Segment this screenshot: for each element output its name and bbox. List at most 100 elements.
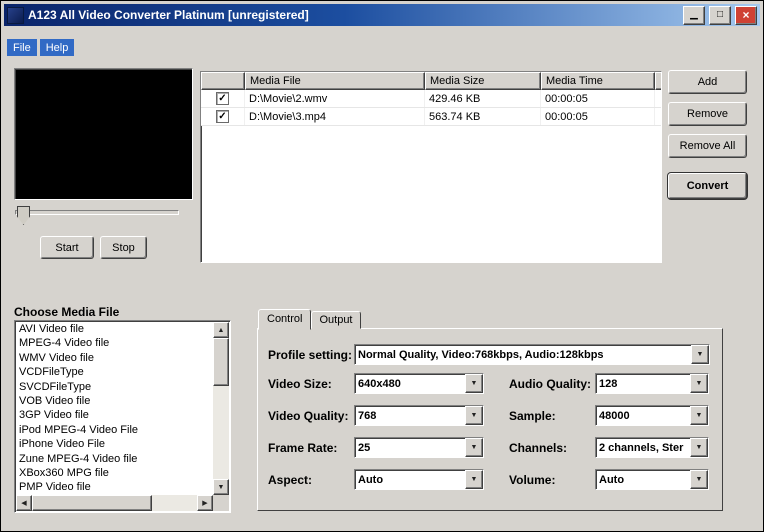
checkbox-cell: ✓ — [201, 90, 245, 107]
video-quality-select[interactable]: 768 ▼ — [354, 405, 484, 426]
scroll-left-icon[interactable]: ◀ — [16, 495, 32, 511]
menu-help[interactable]: Help — [39, 39, 75, 56]
chevron-down-icon[interactable]: ▼ — [690, 470, 708, 489]
list-item[interactable]: VOB Video file — [16, 394, 213, 408]
scrollbar-corner — [213, 495, 229, 511]
scroll-up-icon[interactable]: ▲ — [213, 322, 229, 338]
video-size-select[interactable]: 640x480 ▼ — [354, 373, 484, 394]
aspect-select[interactable]: Auto ▼ — [354, 469, 484, 490]
video-quality-label: Video Quality: — [268, 409, 349, 423]
frame-rate-select[interactable]: 25 ▼ — [354, 437, 484, 458]
channels-select[interactable]: 2 channels, Ster ▼ — [595, 437, 709, 458]
media-time-cell: 00:00:05 — [541, 108, 655, 125]
sample-select[interactable]: 48000 ▼ — [595, 405, 709, 426]
combo-value: 640x480 — [358, 377, 401, 390]
list-item[interactable]: MPEG-4 Video file — [16, 336, 213, 350]
add-button[interactable]: Add — [668, 70, 747, 94]
list-item[interactable]: iPhone Video File — [16, 437, 213, 451]
chevron-down-icon[interactable]: ▼ — [690, 438, 708, 457]
horizontal-scrollbar[interactable]: ◀ ▶ — [16, 495, 213, 511]
menu-file[interactable]: File — [7, 39, 37, 56]
chevron-down-icon[interactable]: ▼ — [690, 374, 708, 393]
minimize-icon: ▁ — [690, 9, 698, 20]
media-type-list: AVI Video file MPEG-4 Video file WMV Vid… — [16, 322, 213, 495]
row-checkbox[interactable]: ✓ — [216, 92, 229, 105]
table-row[interactable]: ✓ D:\Movie\2.wmv 429.46 KB 00:00:05 — [201, 90, 661, 108]
start-button-label: Start — [55, 241, 79, 254]
profile-setting-select[interactable]: Normal Quality, Video:768kbps, Audio:128… — [354, 344, 710, 365]
scroll-down-icon[interactable]: ▼ — [213, 479, 229, 495]
header-media-file[interactable]: Media File — [245, 72, 425, 90]
profile-setting-label: Profile setting: — [268, 348, 353, 362]
combo-value: Auto — [358, 473, 384, 486]
frame-rate-label: Frame Rate: — [268, 441, 338, 455]
seek-slider-thumb[interactable] — [17, 206, 30, 225]
stop-button[interactable]: Stop — [100, 236, 147, 259]
media-file-cell: D:\Movie\2.wmv — [245, 90, 425, 107]
add-button-label: Add — [697, 76, 718, 88]
convert-button-label: Convert — [686, 180, 729, 192]
chevron-down-icon[interactable]: ▼ — [691, 345, 709, 364]
combo-value: 25 — [358, 441, 371, 454]
list-item[interactable]: PMP Video file — [16, 480, 213, 494]
chevron-down-icon[interactable]: ▼ — [465, 374, 483, 393]
minimize-button[interactable]: ▁ — [683, 5, 705, 25]
remove-button-label: Remove — [687, 108, 728, 120]
audio-quality-label: Audio Quality: — [509, 377, 591, 391]
table-row[interactable]: ✓ D:\Movie\3.mp4 563.74 KB 00:00:05 — [201, 108, 661, 126]
video-size-label: Video Size: — [268, 377, 332, 391]
remove-all-button[interactable]: Remove All — [668, 134, 747, 158]
media-size-cell: 429.46 KB — [425, 90, 541, 107]
file-queue-table: Media File Media Size Media Time ✓ D:\Mo… — [200, 71, 662, 263]
row-filler — [655, 108, 661, 125]
remove-all-button-label: Remove All — [679, 140, 736, 152]
media-type-listbox: AVI Video file MPEG-4 Video file WMV Vid… — [14, 320, 231, 513]
combo-value: Auto — [599, 473, 625, 486]
window-title: A123 All Video Converter Platinum [unreg… — [28, 8, 309, 22]
checkbox-cell: ✓ — [201, 108, 245, 125]
chevron-down-icon[interactable]: ▼ — [690, 406, 708, 425]
header-filler — [655, 72, 661, 90]
app-icon — [7, 6, 24, 24]
header-checkbox-column[interactable] — [201, 72, 245, 90]
settings-tabs: Control Output — [258, 309, 361, 330]
horizontal-scrollbar-thumb[interactable] — [32, 495, 152, 511]
stop-button-label: Stop — [112, 241, 135, 254]
maximize-button[interactable]: □ — [709, 5, 731, 25]
chevron-down-icon[interactable]: ▼ — [465, 470, 483, 489]
combo-value: 768 — [358, 409, 377, 422]
chevron-down-icon[interactable]: ▼ — [465, 406, 483, 425]
scroll-right-icon[interactable]: ▶ — [197, 495, 213, 511]
close-button[interactable]: × — [735, 5, 757, 25]
list-item[interactable]: VCDFileType — [16, 365, 213, 379]
titlebar[interactable]: A123 All Video Converter Platinum [unreg… — [4, 4, 760, 26]
combo-value: 48000 — [599, 409, 630, 422]
list-item[interactable]: XBox360 MPG file — [16, 466, 213, 480]
list-item[interactable]: Zune MPEG-4 Video file — [16, 452, 213, 466]
volume-select[interactable]: Auto ▼ — [595, 469, 709, 490]
list-item[interactable]: WMV Video file — [16, 351, 213, 365]
close-icon: × — [742, 8, 750, 22]
convert-button[interactable]: Convert — [668, 173, 747, 199]
list-item[interactable]: iPod MPEG-4 Video File — [16, 423, 213, 437]
vertical-scrollbar[interactable]: ▲ ▼ — [213, 322, 229, 495]
chevron-down-icon[interactable]: ▼ — [465, 438, 483, 457]
combo-value: 128 — [599, 377, 618, 390]
seek-slider-track[interactable] — [15, 210, 179, 215]
list-item[interactable]: 3GP Video file — [16, 408, 213, 422]
row-checkbox[interactable]: ✓ — [216, 110, 229, 123]
media-time-cell: 00:00:05 — [541, 90, 655, 107]
maximize-icon: □ — [716, 9, 724, 20]
tab-output[interactable]: Output — [311, 311, 361, 329]
tab-control[interactable]: Control — [258, 309, 312, 330]
list-item[interactable]: AVI Video file — [16, 322, 213, 336]
control-tab-panel: Profile setting: Normal Quality, Video:7… — [257, 328, 723, 511]
list-item[interactable]: SVCDFileType — [16, 380, 213, 394]
vertical-scrollbar-thumb[interactable] — [213, 338, 229, 386]
audio-quality-select[interactable]: 128 ▼ — [595, 373, 709, 394]
remove-button[interactable]: Remove — [668, 102, 747, 126]
sample-label: Sample: — [509, 409, 556, 423]
header-media-size[interactable]: Media Size — [425, 72, 541, 90]
header-media-time[interactable]: Media Time — [541, 72, 655, 90]
start-button[interactable]: Start — [40, 236, 94, 259]
